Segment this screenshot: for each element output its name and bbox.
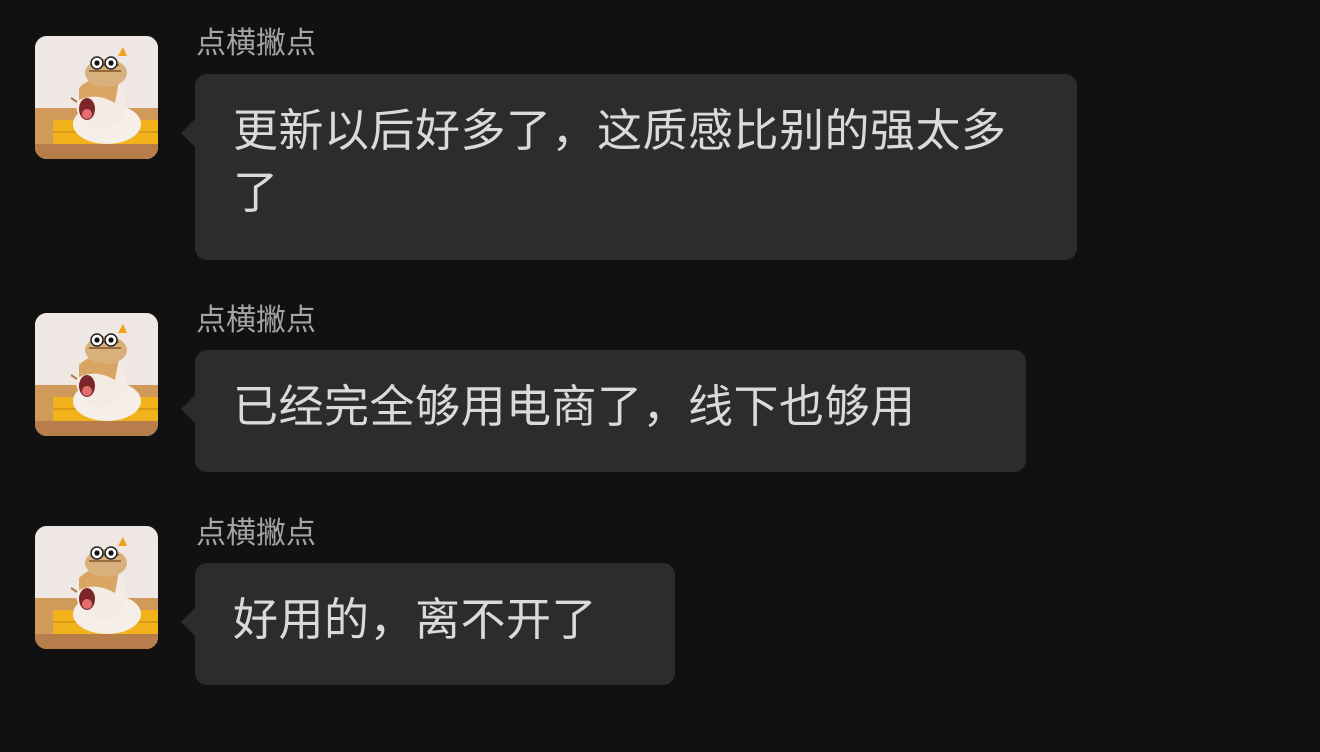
cat-avatar-icon xyxy=(35,36,158,159)
message-bubble[interactable]: 好用的，离不开了 xyxy=(181,563,675,685)
cat-avatar-icon xyxy=(35,526,158,649)
message-bubble[interactable]: 更新以后好多了，这质感比别的强太多了 xyxy=(181,74,1077,260)
message-text: 更新以后好多了，这质感比别的强太多了 xyxy=(233,104,1007,219)
chat-message-list: 点横撇点 更新以后好多了，这质感比别的强太多了 点横撇点 已经完全够用电商了，线… xyxy=(0,0,1320,752)
avatar[interactable] xyxy=(35,36,158,159)
avatar[interactable] xyxy=(35,313,158,436)
sender-name: 点横撇点 xyxy=(196,303,316,338)
sender-name: 点横撇点 xyxy=(196,516,316,551)
avatar[interactable] xyxy=(35,526,158,649)
sender-name: 点横撇点 xyxy=(196,26,316,61)
message-text: 已经完全够用电商了，线下也够用 xyxy=(233,380,916,433)
message-text: 好用的，离不开了 xyxy=(233,593,598,646)
cat-avatar-icon xyxy=(35,313,158,436)
message-bubble[interactable]: 已经完全够用电商了，线下也够用 xyxy=(181,350,1026,472)
